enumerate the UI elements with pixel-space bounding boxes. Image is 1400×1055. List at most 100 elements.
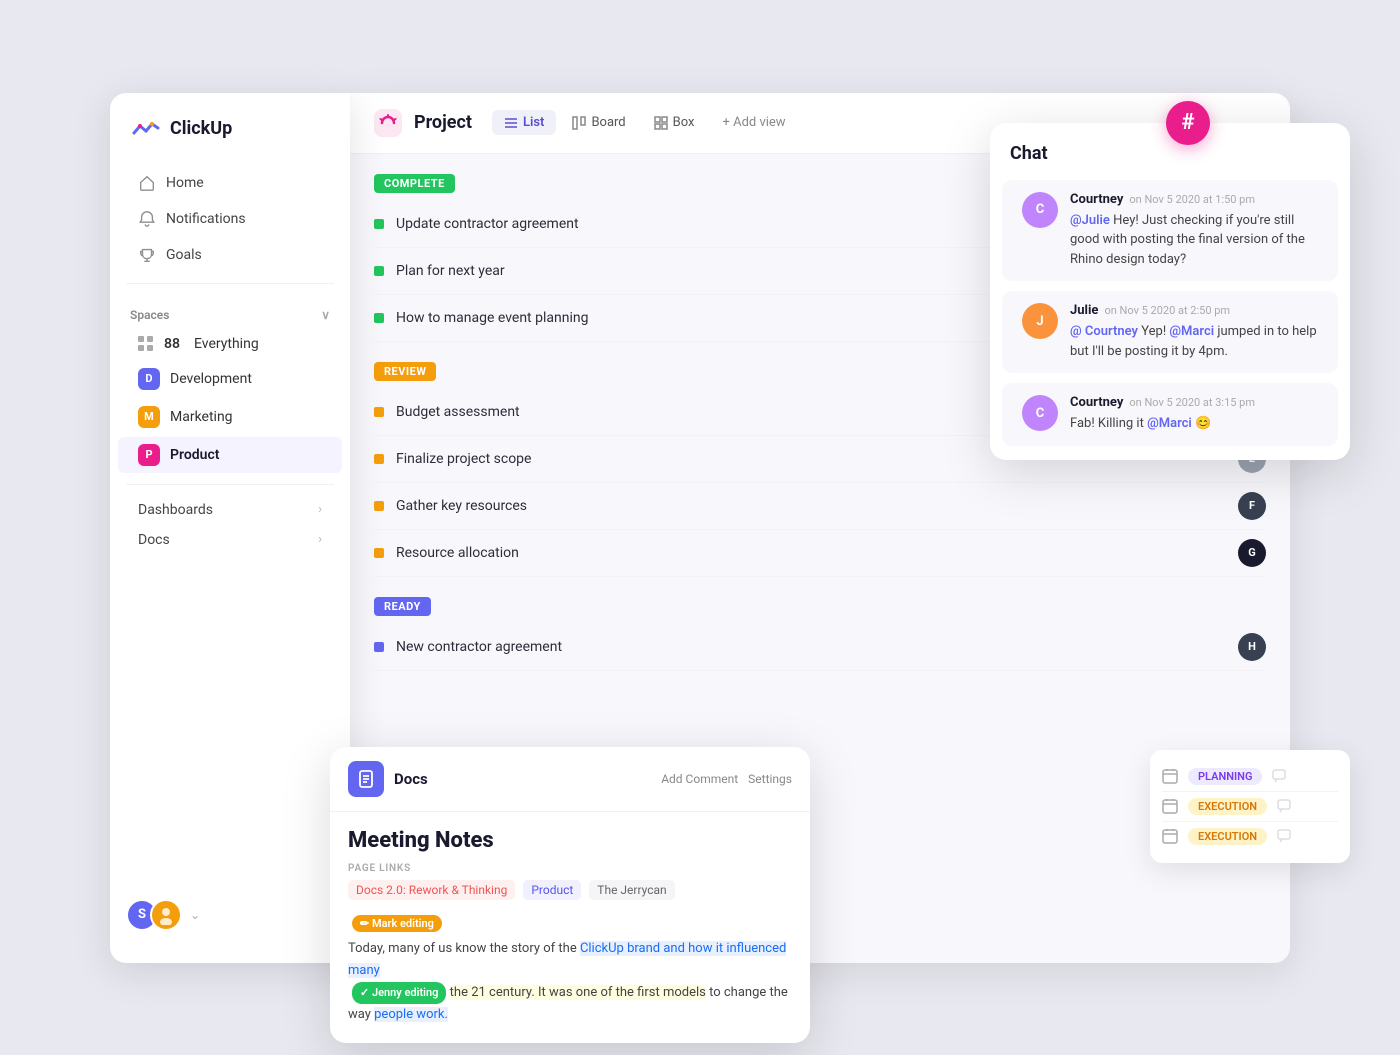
- tab-board[interactable]: Board: [560, 110, 637, 135]
- sidebar-footer: S ⌄: [110, 887, 350, 943]
- task-dot-green: [374, 313, 384, 323]
- marketing-badge: M: [138, 406, 160, 428]
- task-row[interactable]: Gather key resources F: [374, 483, 1266, 530]
- space-product-label: Product: [170, 447, 219, 463]
- tab-list-label: List: [523, 115, 544, 130]
- mark-editing-tag: ✏ Mark editing: [352, 915, 442, 932]
- page-links: Docs 2.0: Rework & Thinking Product The …: [348, 880, 792, 900]
- task-dot-amber: [374, 501, 384, 511]
- add-comment-button[interactable]: Add Comment: [661, 772, 738, 786]
- task-dot-green: [374, 266, 384, 276]
- chat-avatar-courtney: C: [1022, 192, 1058, 228]
- docs-actions: Add Comment Settings: [661, 772, 792, 786]
- space-everything-count: 88: [164, 336, 180, 352]
- everything-icon: [138, 336, 154, 352]
- tab-board-label: Board: [591, 115, 625, 130]
- logo-text: ClickUp: [170, 118, 232, 139]
- space-everything[interactable]: 88 Everything: [118, 329, 342, 359]
- tab-box-label: Box: [673, 115, 695, 130]
- docs-body-text: Today, many of us know the story of the …: [348, 938, 792, 1027]
- task-dot-blue: [374, 642, 384, 652]
- hash-symbol: #: [1181, 110, 1194, 135]
- nav-notifications-label: Notifications: [166, 211, 246, 227]
- docs-icon: [348, 761, 384, 797]
- tags-row-3: EXECUTION: [1162, 822, 1338, 851]
- badge-complete: COMPLETE: [374, 174, 455, 193]
- mention-courtney: @ Courtney: [1070, 324, 1138, 339]
- docs-arrow: ›: [318, 532, 322, 547]
- task-name: Gather key resources: [396, 498, 1238, 514]
- chat-text-2: @ Courtney Yep! @Marci jumped in to help…: [1070, 322, 1318, 361]
- home-icon: [138, 174, 156, 192]
- task-name: New contractor agreement: [396, 639, 1238, 655]
- badge-review: REVIEW: [374, 362, 436, 381]
- sidebar: ClickUp Home Notifications Goals: [110, 93, 350, 963]
- space-product[interactable]: P Product: [118, 437, 342, 473]
- nav-docs[interactable]: Docs ›: [118, 526, 342, 554]
- chat-hash-button[interactable]: #: [1166, 101, 1210, 145]
- task-avatar: F: [1238, 492, 1266, 520]
- chat-header-2: Julie on Nov 5 2020 at 2:50 pm: [1070, 303, 1318, 318]
- task-dot-green: [374, 219, 384, 229]
- nav-goals[interactable]: Goals: [118, 238, 342, 272]
- nav-goals-label: Goals: [166, 247, 202, 263]
- task-dot-amber: [374, 407, 384, 417]
- task-name: Resource allocation: [396, 545, 1238, 561]
- chat-text-3: Fab! Killing it @Marci 😊: [1070, 414, 1318, 434]
- development-badge: D: [138, 368, 160, 390]
- task-dot-amber: [374, 548, 384, 558]
- chat-content-3: Courtney on Nov 5 2020 at 3:15 pm Fab! K…: [1070, 395, 1318, 434]
- chat-content-2: Julie on Nov 5 2020 at 2:50 pm @ Courtne…: [1070, 303, 1318, 361]
- calendar-icon-2: [1162, 798, 1178, 814]
- collapse-arrow-icon[interactable]: ∨: [321, 308, 330, 322]
- space-development[interactable]: D Development: [118, 361, 342, 397]
- group-header-ready: READY: [374, 597, 1266, 616]
- project-title: Project: [414, 112, 472, 133]
- highlight-century: the 21 century. It was one of the first …: [450, 985, 706, 1000]
- chat-name-1: Courtney: [1070, 192, 1123, 207]
- bell-icon: [138, 210, 156, 228]
- page-links-label: PAGE LINKS: [348, 863, 792, 874]
- chat-panel: # Chat C Courtney on Nov 5 2020 at 1:50 …: [990, 123, 1350, 460]
- editing-tags: ✏ Mark editing: [348, 912, 792, 932]
- task-avatar: G: [1238, 539, 1266, 567]
- task-row[interactable]: New contractor agreement H: [374, 624, 1266, 671]
- add-view-button[interactable]: + Add view: [710, 110, 797, 135]
- nav-home[interactable]: Home: [118, 166, 342, 200]
- view-tabs: List Board Box + Add view: [492, 110, 798, 135]
- page-link-jerrycan-label: The Jerrycan: [597, 883, 666, 897]
- chat-time-3: on Nov 5 2020 at 3:15 pm: [1129, 396, 1255, 409]
- nav-dashboards[interactable]: Dashboards ›: [118, 496, 342, 524]
- add-view-label: + Add view: [722, 115, 785, 130]
- nav-notifications[interactable]: Notifications: [118, 202, 342, 236]
- space-development-label: Development: [170, 371, 252, 387]
- page-link-docs[interactable]: Docs 2.0: Rework & Thinking: [348, 880, 515, 900]
- user-menu-arrow[interactable]: ⌄: [190, 908, 200, 922]
- docs-panel: Docs Add Comment Settings Meeting Notes …: [330, 747, 810, 1043]
- nav-home-label: Home: [166, 175, 204, 191]
- logo-area: ClickUp: [110, 113, 350, 165]
- nav-dashboards-label: Dashboards: [138, 502, 213, 518]
- chat-icon-1: [1272, 769, 1286, 783]
- chat-name-2: Julie: [1070, 303, 1098, 318]
- chat-message-1: C Courtney on Nov 5 2020 at 1:50 pm @Jul…: [1002, 180, 1338, 282]
- tags-row-2: EXECUTION: [1162, 792, 1338, 822]
- tab-list[interactable]: List: [492, 110, 556, 135]
- page-link-jerrycan[interactable]: The Jerrycan: [589, 880, 674, 900]
- list-icon: [504, 116, 518, 130]
- badge-ready: READY: [374, 597, 431, 616]
- settings-button[interactable]: Settings: [748, 772, 792, 786]
- tab-box[interactable]: Box: [642, 110, 707, 135]
- chat-message-3: C Courtney on Nov 5 2020 at 3:15 pm Fab!…: [1002, 383, 1338, 446]
- chat-text-1: @Julie Hey! Just checking if you're stil…: [1070, 211, 1318, 270]
- task-row[interactable]: Resource allocation G: [374, 530, 1266, 577]
- chat-message-2: J Julie on Nov 5 2020 at 2:50 pm @ Court…: [1002, 291, 1338, 373]
- user-avatars[interactable]: S: [126, 899, 182, 931]
- space-marketing[interactable]: M Marketing: [118, 399, 342, 435]
- nav-docs-label: Docs: [138, 532, 170, 548]
- mention-julie: @Julie: [1070, 213, 1110, 228]
- trophy-icon: [138, 246, 156, 264]
- dashboards-arrow: ›: [318, 502, 322, 517]
- page-link-product[interactable]: Product: [523, 880, 581, 900]
- page-link-product-label: Product: [531, 883, 573, 897]
